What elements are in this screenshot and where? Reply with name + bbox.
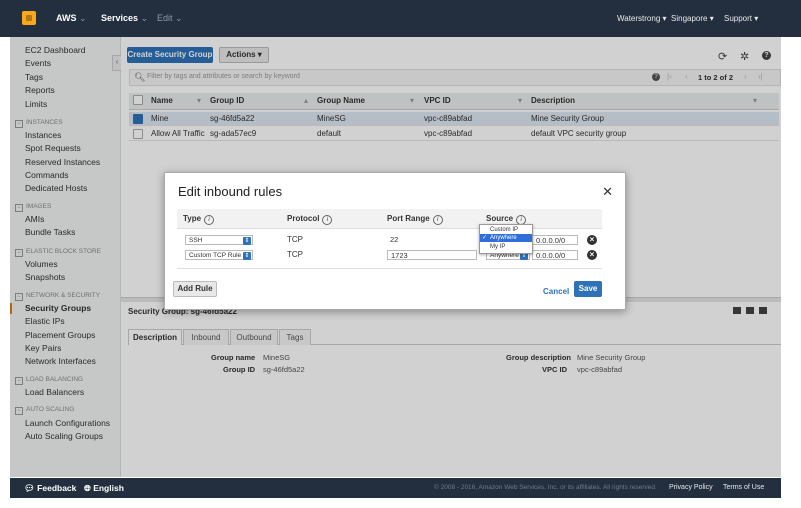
chevron-updown-icon: ⇕	[243, 252, 251, 260]
info-icon[interactable]: i	[432, 215, 443, 225]
account-menu[interactable]: Waterstrong ▾	[617, 14, 667, 23]
footer: 💬︎ Feedback 🌐︎ English © 2008 - 2016, Am…	[10, 478, 781, 498]
type-select[interactable]: SSH ⇕	[185, 235, 253, 245]
source-cidr-input[interactable]: 0.0.0.0/0	[532, 250, 578, 260]
terms-of-use-link[interactable]: Terms of Use	[723, 484, 764, 491]
edit-inbound-rules-dialog: Edit inbound rules ✕ Type i Protocol i Por…	[164, 172, 626, 310]
source-option-my-ip[interactable]: My IP	[480, 243, 532, 251]
source-dropdown-menu: Custom IP ✓ Anywhere My IP	[479, 224, 533, 254]
support-menu[interactable]: Support ▾	[724, 14, 758, 23]
chevron-updown-icon: ⇕	[243, 237, 251, 245]
port-range-input[interactable]: 22	[387, 235, 477, 245]
globe-icon: 🌐︎	[84, 483, 91, 493]
column-protocol: Protocol i	[287, 214, 333, 225]
feedback-icon: 💬︎	[24, 483, 35, 493]
language-selector[interactable]: 🌐︎ English	[84, 483, 124, 494]
close-icon[interactable]: ✕	[602, 184, 613, 200]
type-select[interactable]: Custom TCP Rule ⇕	[185, 250, 253, 260]
column-type: Type i	[183, 214, 215, 225]
delete-rule-icon[interactable]: ×	[587, 235, 597, 245]
services-menu[interactable]: Services ⌄	[101, 13, 148, 24]
source-option-anywhere[interactable]: ✓ Anywhere	[480, 234, 532, 242]
info-icon[interactable]: i	[322, 215, 333, 225]
region-menu[interactable]: Singapore ▾	[671, 14, 714, 23]
cancel-button[interactable]: Cancel	[543, 287, 569, 296]
top-navigation-bar: AWS ⌄ Services ⌄ Edit ⌄ Waterstrong ▾ Si…	[0, 0, 801, 37]
rules-divider	[177, 268, 602, 269]
edit-menu[interactable]: Edit ⌄	[157, 13, 183, 24]
column-port-range: Port Range i	[387, 214, 443, 225]
add-rule-button[interactable]: Add Rule	[173, 281, 217, 297]
rules-table-header: Type i Protocol i Port Range i Source i	[177, 209, 602, 229]
protocol-value: TCP	[287, 250, 303, 259]
source-cidr-input[interactable]: 0.0.0.0/0	[532, 235, 578, 245]
port-range-input[interactable]: 1723	[387, 250, 477, 260]
aws-cube-icon[interactable]	[22, 11, 36, 25]
info-icon[interactable]: i	[204, 215, 215, 225]
source-option-custom-ip[interactable]: Custom IP	[480, 226, 532, 234]
copyright-text: © 2008 - 2016, Amazon Web Services, Inc.…	[434, 484, 657, 491]
dialog-title: Edit inbound rules	[178, 184, 283, 199]
privacy-policy-link[interactable]: Privacy Policy	[669, 484, 713, 491]
checkmark-icon: ✓	[482, 235, 488, 241]
aws-home-link[interactable]: AWS ⌄	[56, 13, 87, 24]
protocol-value: TCP	[287, 235, 303, 244]
feedback-link[interactable]: 💬︎ Feedback	[24, 483, 76, 494]
top-bar-frame: AWS ⌄ Services ⌄ Edit ⌄ Waterstrong ▾ Si…	[10, 8, 781, 30]
save-button[interactable]: Save	[574, 281, 602, 297]
delete-rule-icon[interactable]: ×	[587, 250, 597, 260]
